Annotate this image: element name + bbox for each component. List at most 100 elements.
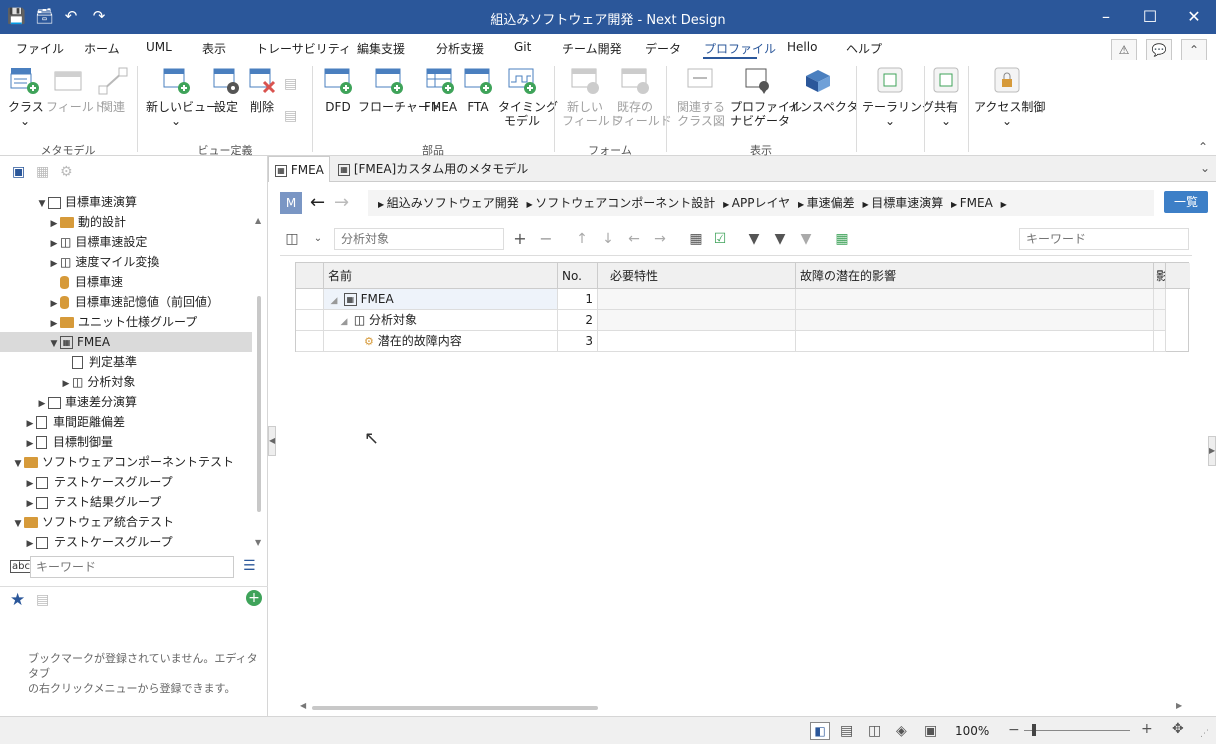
menu-data[interactable]: データ bbox=[645, 40, 681, 57]
existing-field-button[interactable]: 既存の フィールド bbox=[612, 66, 672, 128]
collapsed-arrow-icon[interactable]: ▶ bbox=[24, 534, 36, 552]
tailoring-button[interactable]: テーラリング ⌄ bbox=[862, 66, 934, 128]
column-header-potential-effect[interactable]: 故障の潜在的影響 bbox=[796, 263, 1154, 289]
product-line-icon[interactable]: ▦ bbox=[36, 164, 49, 180]
target-dropdown-icon[interactable]: ⌄ bbox=[308, 229, 328, 249]
structure-icon[interactable]: ⚙ bbox=[60, 164, 73, 180]
breadcrumb-item[interactable]: 組込みソフトウェア開発 bbox=[387, 196, 519, 210]
collapsed-arrow-icon[interactable]: ▶ bbox=[48, 234, 60, 254]
minimize-button[interactable]: – bbox=[1086, 0, 1126, 34]
table-row[interactable]: ⚙ 潜在的故障内容 bbox=[324, 331, 558, 352]
inspector-button[interactable]: インスペクタ bbox=[788, 66, 858, 114]
layout-bottom-icon[interactable]: ▤ bbox=[840, 723, 853, 739]
zoom-slider-track[interactable] bbox=[1024, 730, 1130, 731]
tree-item[interactable]: ▶ テストケースグループ bbox=[0, 472, 252, 492]
add-bookmark-icon[interactable]: + bbox=[246, 590, 262, 606]
maximize-button[interactable]: ☐ bbox=[1130, 0, 1170, 34]
share-button[interactable]: 共有 ⌄ bbox=[930, 66, 962, 128]
tree-item[interactable]: ▶ ユニット仕様グループ bbox=[0, 312, 252, 332]
scroll-up-icon[interactable]: ▲ bbox=[255, 216, 261, 225]
move-right-icon[interactable]: → bbox=[650, 229, 670, 249]
field-button[interactable]: フィールド bbox=[46, 66, 106, 114]
tree-item[interactable]: ▶ 動的設計 bbox=[0, 212, 252, 232]
bookmark-history-icon[interactable]: ▤ bbox=[36, 592, 49, 608]
zoom-out-icon[interactable]: − bbox=[1008, 722, 1020, 738]
paste-view-icon[interactable]: ▤ bbox=[284, 108, 297, 124]
tree-item[interactable]: ▼ ▦ FMEA bbox=[0, 332, 252, 352]
menu-hello[interactable]: Hello bbox=[787, 40, 817, 54]
tree-item[interactable]: ▼ 目標車速演算 bbox=[0, 192, 252, 212]
filter-tree-icon[interactable]: ☰ bbox=[243, 558, 256, 574]
menu-git[interactable]: Git bbox=[514, 40, 531, 54]
tree-item[interactable]: ▶ ◫ 速度マイル変換 bbox=[0, 252, 252, 272]
expanded-arrow-icon[interactable]: ◢ bbox=[338, 312, 350, 333]
delete-button[interactable]: 削除 bbox=[246, 66, 278, 114]
back-arrow-icon[interactable]: ← bbox=[310, 192, 325, 213]
tree-item[interactable]: ▶ テスト結果グループ bbox=[0, 492, 252, 512]
menu-home[interactable]: ホーム bbox=[84, 40, 120, 57]
filter-text-icon[interactable]: ▼ bbox=[770, 229, 790, 249]
hscroll-left-icon[interactable]: ◀ bbox=[300, 701, 306, 710]
column-header-name[interactable]: 名前 bbox=[324, 263, 558, 289]
breadcrumb-item[interactable]: APPレイヤ bbox=[732, 196, 790, 210]
layers-icon[interactable]: ◈ bbox=[896, 723, 907, 739]
column-header-no[interactable]: No. bbox=[558, 263, 598, 289]
tree-item[interactable]: ▼ ソフトウェアコンポーネントテスト bbox=[0, 452, 252, 472]
collapsed-arrow-icon[interactable]: ▶ bbox=[24, 434, 36, 454]
grid-cell[interactable] bbox=[796, 331, 1154, 352]
menu-help[interactable]: ヘルプ bbox=[846, 40, 882, 57]
tree-item[interactable]: ▶ テストケースグループ bbox=[0, 532, 252, 552]
tree-item[interactable]: 目標車速 bbox=[0, 272, 252, 292]
notification-icon[interactable]: ⚠ bbox=[1111, 39, 1137, 61]
row-header[interactable] bbox=[296, 289, 324, 310]
model-tree-icon[interactable]: ▣ bbox=[12, 164, 25, 180]
move-down-icon[interactable]: ↓ bbox=[598, 229, 618, 249]
grid-cell[interactable] bbox=[1154, 289, 1166, 310]
collapsed-arrow-icon[interactable]: ▶ bbox=[48, 254, 60, 274]
row-header[interactable] bbox=[296, 331, 324, 352]
row-header[interactable] bbox=[296, 310, 324, 331]
menu-view[interactable]: 表示 bbox=[202, 40, 226, 57]
grid-cell[interactable] bbox=[796, 310, 1154, 331]
profile-navigator-button[interactable]: プロファイル ナビゲータ bbox=[730, 66, 802, 128]
zoom-in-icon[interactable]: + bbox=[1141, 721, 1153, 737]
breadcrumb-item[interactable]: FMEA bbox=[960, 196, 993, 210]
scroll-down-icon[interactable]: ▼ bbox=[255, 538, 261, 547]
new-field-button[interactable]: 新しい フィールド bbox=[562, 66, 622, 128]
menu-analysis-support[interactable]: 分析支援 bbox=[436, 40, 484, 57]
menu-team[interactable]: チーム開発 bbox=[562, 40, 622, 57]
tree-item[interactable]: ▶ 目標車速記憶値（前回値） bbox=[0, 292, 252, 312]
tree-item[interactable]: ▼ ソフトウェア統合テスト bbox=[0, 512, 252, 532]
hscroll-right-icon[interactable]: ▶ bbox=[1176, 701, 1182, 710]
access-control-button[interactable]: アクセス制御 ⌄ bbox=[974, 66, 1045, 128]
menu-traceability[interactable]: トレーサビリティ bbox=[256, 40, 351, 57]
column-header-required-characteristic[interactable]: 必要特性 bbox=[598, 263, 796, 289]
grid-cell[interactable] bbox=[598, 310, 796, 331]
tree-item[interactable]: ▶ 目標制御量 bbox=[0, 432, 252, 452]
right-collapse-handle[interactable]: ▶ bbox=[1208, 436, 1216, 466]
timing-model-button[interactable]: タイミング モデル bbox=[498, 66, 558, 128]
expanded-arrow-icon[interactable]: ▼ bbox=[36, 194, 48, 214]
grid-cell[interactable] bbox=[598, 331, 796, 352]
clear-filter-icon[interactable]: ▼ bbox=[796, 229, 816, 249]
close-button[interactable]: ✕ bbox=[1174, 0, 1214, 34]
collapsed-arrow-icon[interactable]: ▶ bbox=[24, 494, 36, 514]
comment-icon[interactable]: 💬 bbox=[1146, 39, 1172, 61]
tree-item[interactable]: 判定基準 bbox=[0, 352, 252, 372]
remove-row-icon[interactable]: − bbox=[536, 229, 556, 249]
table-check-icon[interactable]: ☑ bbox=[710, 229, 730, 249]
table-row[interactable]: ◢ ▦ FMEA bbox=[324, 289, 558, 310]
column-header-next[interactable]: 影 bbox=[1154, 263, 1166, 289]
menu-uml[interactable]: UML bbox=[146, 40, 172, 54]
settings-button[interactable]: 設定 bbox=[210, 66, 242, 114]
layout-right-icon[interactable]: ◫ bbox=[868, 723, 881, 739]
bookmark-star-icon[interactable]: ★ bbox=[10, 590, 25, 610]
collapsed-arrow-icon[interactable]: ▶ bbox=[24, 474, 36, 494]
grid-keyword-input[interactable] bbox=[1019, 228, 1189, 250]
tab-fmea-custom-metamodel[interactable]: ▦ [FMEA]カスタム用のメタモデル bbox=[332, 156, 572, 182]
move-left-icon[interactable]: ← bbox=[624, 229, 644, 249]
collapsed-arrow-icon[interactable]: ▶ bbox=[48, 214, 60, 234]
grid-cell[interactable] bbox=[1154, 310, 1166, 331]
flowchart-button[interactable]: フローチャート bbox=[358, 66, 442, 114]
resize-grip-icon[interactable]: ⋰ bbox=[1200, 729, 1209, 739]
